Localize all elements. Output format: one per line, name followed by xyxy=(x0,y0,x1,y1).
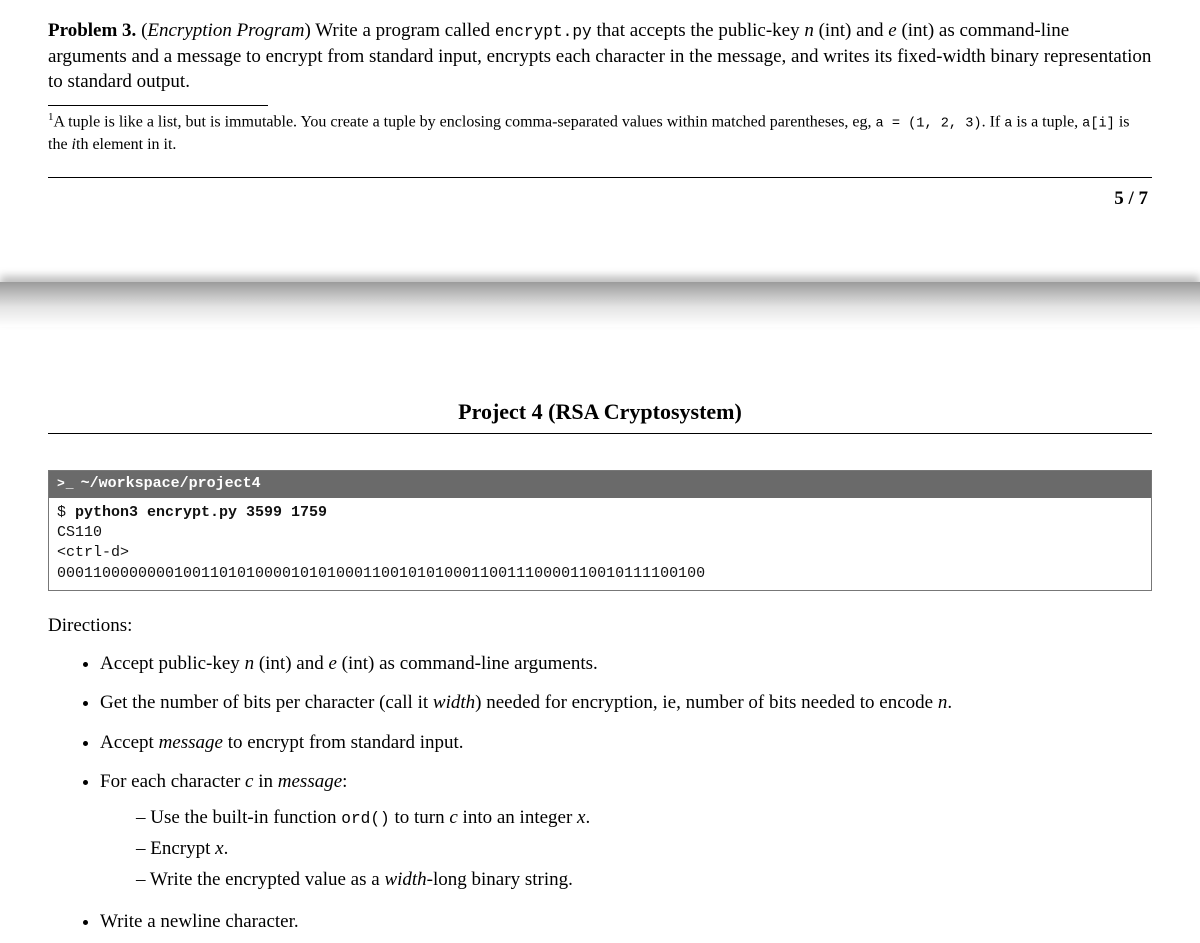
code-ord: ord() xyxy=(341,810,389,828)
text: to encrypt from standard input. xyxy=(223,732,464,753)
var-message: message xyxy=(278,771,342,792)
terminal-path: ~/workspace/project4 xyxy=(81,474,261,494)
footnote-text-e: th element in it. xyxy=(76,136,176,153)
problem-text-1: Write a program called xyxy=(315,20,495,41)
page-number: 5 / 7 xyxy=(48,186,1152,212)
problem-label: Problem 3. xyxy=(48,20,136,41)
problem-filename: encrypt.py xyxy=(495,23,592,41)
text: . xyxy=(947,692,952,713)
terminal-output: 0001100000000100110101000010101000110010… xyxy=(57,565,705,582)
footnote-text-c: is a tuple, xyxy=(1012,113,1082,130)
page-break xyxy=(0,282,1200,327)
text: -long binary string. xyxy=(427,869,573,890)
footnote-rule xyxy=(48,105,268,106)
page-title: Project 4 (RSA Cryptosystem) xyxy=(48,397,1152,431)
terminal-prompt-icon: >_ xyxy=(57,475,75,493)
text: in xyxy=(253,771,277,792)
sub-list: Use the built-in function ord() to turn … xyxy=(100,803,1152,895)
var-e: e xyxy=(328,653,336,674)
problem-title: Encryption Program xyxy=(147,20,304,41)
list-item: Accept public-key n (int) and e (int) as… xyxy=(100,645,1152,685)
problem-text-3: (int) and xyxy=(814,20,888,41)
problem-text-2: that accepts the public-key xyxy=(592,20,805,41)
text: to turn xyxy=(390,807,450,828)
var-c: c xyxy=(449,807,457,828)
footnote: 1A tuple is like a list, but is immutabl… xyxy=(48,110,1152,155)
problem-statement: Problem 3. (Encryption Program) Write a … xyxy=(48,18,1152,95)
text: For each character xyxy=(100,771,245,792)
var-message: message xyxy=(159,732,223,753)
var-n: n xyxy=(938,692,948,713)
text: into an integer xyxy=(458,807,577,828)
terminal: >_ ~/workspace/project4 $ python3 encryp… xyxy=(48,470,1152,591)
text: (int) and xyxy=(254,653,328,674)
text: Encrypt xyxy=(150,838,215,859)
list-item: Encrypt x. xyxy=(136,834,1152,865)
terminal-input-1: CS110 xyxy=(57,524,102,541)
text: Accept xyxy=(100,732,159,753)
footnote-code-c: a[i] xyxy=(1082,116,1115,131)
text: (int) as command-line arguments. xyxy=(337,653,598,674)
footnote-text-a: A tuple is like a list, but is immutable… xyxy=(54,113,876,130)
footnote-text-b: . If xyxy=(982,113,1005,130)
var-n: n xyxy=(245,653,255,674)
var-n: n xyxy=(804,20,814,41)
directions-list: Accept public-key n (int) and e (int) as… xyxy=(48,645,1152,943)
heading-rule xyxy=(48,433,1152,434)
terminal-body: $ python3 encrypt.py 3599 1759 CS110 <ct… xyxy=(49,498,1151,590)
list-item: Accept message to encrypt from standard … xyxy=(100,724,1152,764)
list-item: For each character c in message: Use the… xyxy=(100,763,1152,903)
var-width: width xyxy=(433,692,475,713)
terminal-prompt: $ xyxy=(57,504,75,521)
text: Write the encrypted value as a xyxy=(150,869,385,890)
footnote-code-a: a = (1, 2, 3) xyxy=(876,116,982,131)
list-item: Write the encrypted value as a width-lon… xyxy=(136,865,1152,896)
text: ) needed for encryption, ie, number of b… xyxy=(475,692,938,713)
list-item: Write a newline character. xyxy=(100,903,1152,943)
list-item: Use the built-in function ord() to turn … xyxy=(136,803,1152,834)
text: Accept public-key xyxy=(100,653,245,674)
page-bottom-rule xyxy=(48,177,1152,178)
text: Write a newline character. xyxy=(100,911,299,932)
text: Use the built-in function xyxy=(150,807,341,828)
text: : xyxy=(342,771,347,792)
terminal-input-2: <ctrl-d> xyxy=(57,544,129,561)
text: Get the number of bits per character (ca… xyxy=(100,692,433,713)
var-e: e xyxy=(888,20,896,41)
terminal-header: >_ ~/workspace/project4 xyxy=(49,471,1151,498)
text: . xyxy=(585,807,590,828)
var-x: x xyxy=(215,838,223,859)
list-item: Get the number of bits per character (ca… xyxy=(100,684,1152,724)
text: . xyxy=(224,838,229,859)
terminal-command: python3 encrypt.py 3599 1759 xyxy=(75,504,327,521)
directions-label: Directions: xyxy=(48,613,1152,639)
var-width: width xyxy=(384,869,426,890)
